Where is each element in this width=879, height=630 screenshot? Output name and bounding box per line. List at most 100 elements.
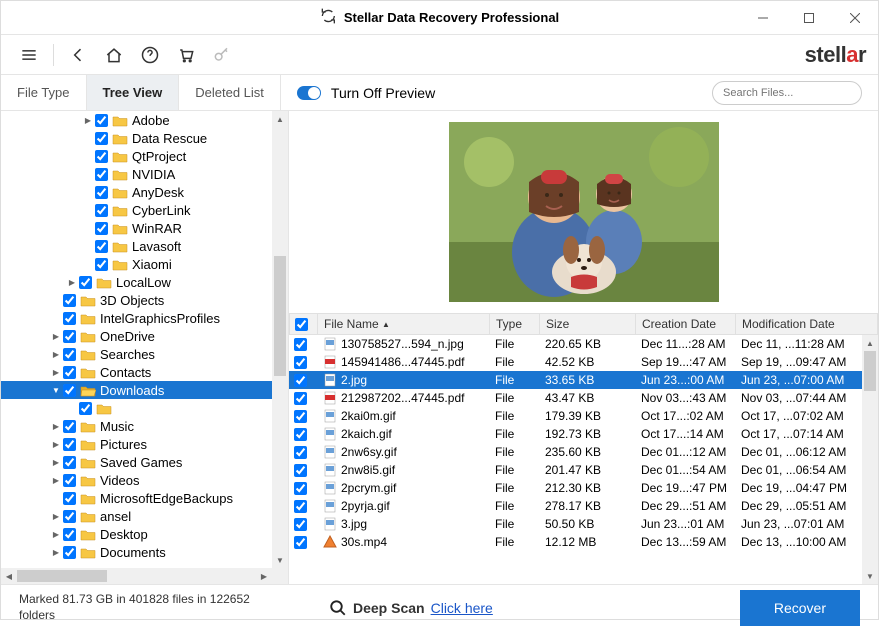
tree-checkbox[interactable] [79, 402, 92, 415]
expand-icon[interactable]: ▶ [65, 278, 79, 287]
tree-item[interactable]: ▶Searches [1, 345, 272, 363]
tree-item[interactable] [1, 399, 272, 417]
row-checkbox[interactable] [294, 428, 307, 441]
column-header-size[interactable]: Size [540, 314, 636, 334]
tree-item[interactable]: QtProject [1, 147, 272, 165]
expand-icon[interactable]: ▶ [49, 368, 63, 377]
table-row[interactable]: 3.jpgFile50.50 KBJun 23...:01 AMJun 23, … [289, 515, 878, 533]
back-button[interactable] [62, 39, 94, 71]
tree-checkbox[interactable] [63, 366, 76, 379]
tree-checkbox[interactable] [95, 258, 108, 271]
expand-icon[interactable]: ▶ [49, 332, 63, 341]
tree-checkbox[interactable] [63, 438, 76, 451]
tree-item[interactable]: AnyDesk [1, 183, 272, 201]
table-row[interactable]: 30s.mp4File12.12 MBDec 13...:59 AMDec 13… [289, 533, 878, 551]
column-header-modification-date[interactable]: Modification Date [736, 314, 877, 334]
column-header-creation-date[interactable]: Creation Date [636, 314, 736, 334]
row-checkbox[interactable] [294, 536, 307, 549]
tree-checkbox[interactable] [63, 510, 76, 523]
tree-item[interactable]: ▶Videos [1, 471, 272, 489]
cart-button[interactable] [170, 39, 202, 71]
tree-item[interactable]: Data Rescue [1, 129, 272, 147]
tree-item[interactable]: ▶Documents [1, 543, 272, 561]
row-checkbox[interactable] [294, 338, 307, 351]
table-row[interactable]: 145941486...47445.pdfFile42.52 KBSep 19.… [289, 353, 878, 371]
tree-item[interactable]: ▶Pictures [1, 435, 272, 453]
tree-item[interactable]: Lavasoft [1, 237, 272, 255]
select-all-checkbox[interactable] [295, 318, 308, 331]
tree-item[interactable]: 3D Objects [1, 291, 272, 309]
tree-checkbox[interactable] [63, 348, 76, 361]
tree-checkbox[interactable] [63, 546, 76, 559]
column-header-type[interactable]: Type [490, 314, 540, 334]
expand-icon[interactable]: ▼ [49, 386, 63, 395]
tree-checkbox[interactable] [63, 312, 76, 325]
tree-item[interactable]: NVIDIA [1, 165, 272, 183]
tree-checkbox[interactable] [95, 114, 108, 127]
menu-button[interactable] [13, 39, 45, 71]
tab-tree-view[interactable]: Tree View [87, 75, 180, 110]
tab-deleted-list[interactable]: Deleted List [179, 75, 281, 110]
tree-item[interactable]: ▶ansel [1, 507, 272, 525]
tree-item[interactable]: Xiaomi [1, 255, 272, 273]
row-checkbox[interactable] [294, 356, 307, 369]
tree-item[interactable]: MicrosoftEdgeBackups [1, 489, 272, 507]
deep-scan-link[interactable]: Click here [431, 600, 493, 616]
table-row[interactable]: 2nw6sy.gifFile235.60 KBDec 01...:12 AMDe… [289, 443, 878, 461]
help-button[interactable] [134, 39, 166, 71]
tree-checkbox[interactable] [95, 186, 108, 199]
tree-item[interactable]: ▶Desktop [1, 525, 272, 543]
tree-checkbox[interactable] [95, 150, 108, 163]
minimize-button[interactable] [740, 1, 786, 35]
search-box[interactable] [712, 81, 862, 105]
expand-icon[interactable]: ▶ [81, 116, 95, 125]
tree-item[interactable]: ▼Downloads [1, 381, 272, 399]
tree-scrollbar-vertical[interactable]: ▲ ▼ [272, 111, 288, 568]
row-checkbox[interactable] [294, 392, 307, 405]
tree-checkbox[interactable] [63, 294, 76, 307]
expand-icon[interactable]: ▶ [49, 548, 63, 557]
tree-item[interactable]: ▶Contacts [1, 363, 272, 381]
tree-checkbox[interactable] [63, 474, 76, 487]
table-row[interactable]: 2kaich.gifFile192.73 KBOct 17...:14 AMOc… [289, 425, 878, 443]
tree-checkbox[interactable] [63, 420, 76, 433]
tree-checkbox[interactable] [63, 456, 76, 469]
tree-item[interactable]: IntelGraphicsProfiles [1, 309, 272, 327]
close-button[interactable] [832, 1, 878, 35]
row-checkbox[interactable] [294, 374, 307, 387]
row-checkbox[interactable] [294, 410, 307, 423]
tree-item[interactable]: ▶LocalLow [1, 273, 272, 291]
tree-checkbox[interactable] [63, 330, 76, 343]
tree-checkbox[interactable] [79, 276, 92, 289]
search-input[interactable] [723, 87, 865, 99]
home-button[interactable] [98, 39, 130, 71]
table-row[interactable]: 130758527...594_n.jpgFile220.65 KBDec 11… [289, 335, 878, 353]
tree-checkbox[interactable] [63, 528, 76, 541]
tree-item[interactable]: ▶Adobe [1, 111, 272, 129]
tab-file-type[interactable]: File Type [1, 75, 87, 110]
tree-scrollbar-horizontal[interactable]: ◀ ▶ [1, 568, 272, 584]
recover-button[interactable]: Recover [740, 590, 860, 626]
row-checkbox[interactable] [294, 518, 307, 531]
row-checkbox[interactable] [294, 482, 307, 495]
tree-checkbox[interactable] [95, 168, 108, 181]
expand-icon[interactable]: ▶ [49, 422, 63, 431]
preview-toggle[interactable] [297, 86, 321, 100]
tree-checkbox[interactable] [95, 132, 108, 145]
expand-icon[interactable]: ▶ [49, 476, 63, 485]
maximize-button[interactable] [786, 1, 832, 35]
tree-checkbox[interactable] [95, 240, 108, 253]
expand-icon[interactable]: ▶ [49, 530, 63, 539]
tree-item[interactable]: WinRAR [1, 219, 272, 237]
table-row[interactable]: 2kai0m.gifFile179.39 KBOct 17...:02 AMOc… [289, 407, 878, 425]
column-header-name[interactable]: File Name ▲ [318, 314, 490, 334]
table-row[interactable]: 2pyrja.gifFile278.17 KBDec 29...:51 AMDe… [289, 497, 878, 515]
tree-item[interactable]: CyberLink [1, 201, 272, 219]
tree-checkbox[interactable] [95, 204, 108, 217]
tree-item[interactable]: ▶Saved Games [1, 453, 272, 471]
expand-icon[interactable]: ▶ [49, 458, 63, 467]
row-checkbox[interactable] [294, 464, 307, 477]
table-row[interactable]: 2pcrym.gifFile212.30 KBDec 19...:47 PMDe… [289, 479, 878, 497]
row-checkbox[interactable] [294, 446, 307, 459]
tree-item[interactable]: ▶OneDrive [1, 327, 272, 345]
